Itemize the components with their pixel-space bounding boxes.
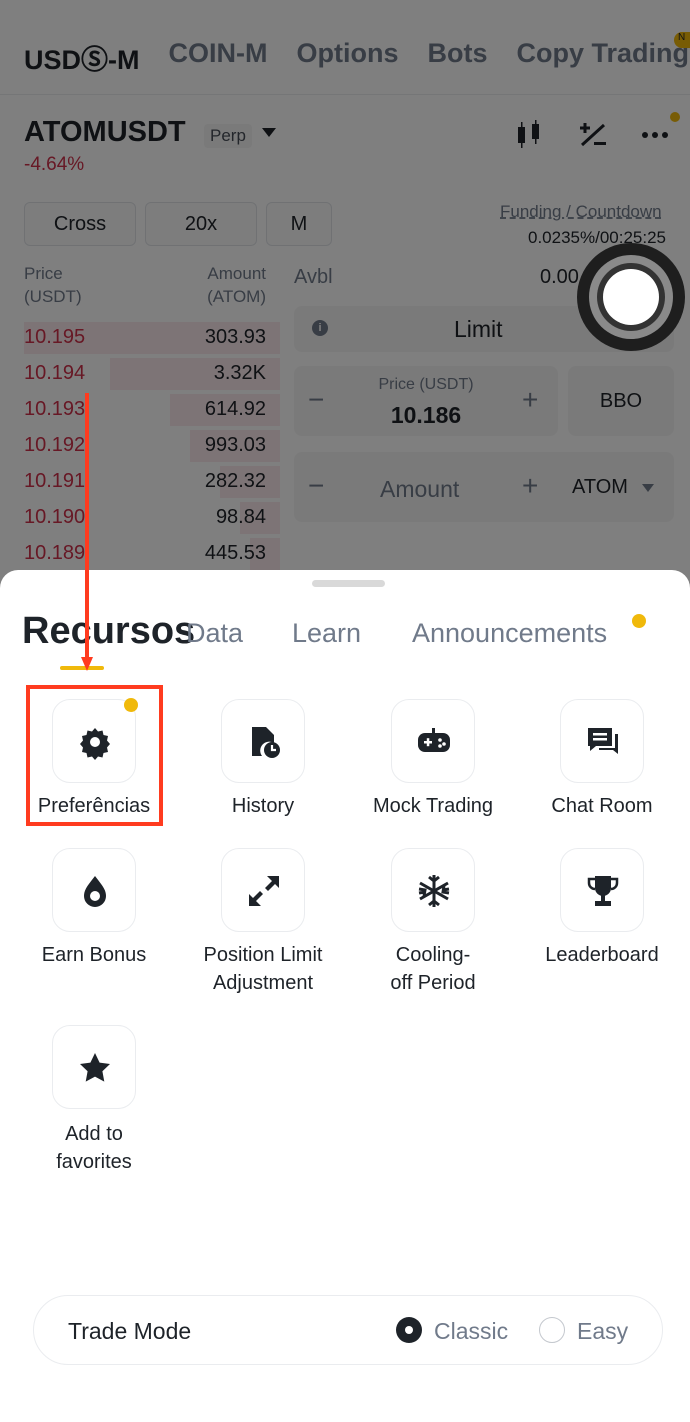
add-favorites-button[interactable]: [52, 1025, 136, 1109]
annotation-arrow-head: [81, 657, 93, 671]
trade-mode-label: Trade Mode: [68, 1318, 192, 1344]
chat-room-button[interactable]: [560, 699, 644, 783]
earn-bonus-button[interactable]: [52, 848, 136, 932]
annotation-arrow-line: [85, 393, 89, 661]
mock-trading-label: Mock Trading: [372, 795, 494, 817]
assistive-core: [603, 269, 659, 325]
expand-icon: [249, 876, 279, 906]
chat-icon: [588, 728, 618, 754]
annotation-highlight-box: [26, 685, 163, 826]
snowflake-icon: [418, 875, 450, 907]
classic-label[interactable]: Classic: [434, 1318, 508, 1345]
history-icon: [252, 727, 280, 758]
assistive-touch-button[interactable]: [577, 243, 685, 351]
leaderboard-button[interactable]: [560, 848, 644, 932]
gamepad-icon: [418, 728, 450, 752]
star-icon: [80, 1053, 110, 1082]
position-limit-label: Position Limit Adjustment: [203, 944, 323, 994]
history-label: History: [231, 795, 295, 817]
drop-icon: [84, 876, 106, 907]
announcements-dot: [632, 614, 646, 628]
add-favorites-label: Add to favorites: [56, 1123, 132, 1173]
trade-mode-toggle: Trade Mode Classic Easy: [33, 1295, 663, 1365]
tab-recursos[interactable]: Recursos: [22, 610, 195, 653]
trophy-icon: [587, 876, 619, 906]
history-button[interactable]: [221, 699, 305, 783]
sheet-handle[interactable]: [312, 580, 385, 587]
classic-radio[interactable]: [396, 1317, 422, 1343]
earn-bonus-label: Earn Bonus: [41, 944, 147, 966]
cooling-off-button[interactable]: [391, 848, 475, 932]
leaderboard-label: Leaderboard: [545, 944, 659, 966]
chat-room-label: Chat Room: [551, 795, 653, 817]
cooling-off-label: Cooling-off Period: [390, 944, 476, 994]
tab-announcements[interactable]: Announcements: [412, 618, 607, 649]
mock-trading-button[interactable]: [391, 699, 475, 783]
easy-label[interactable]: Easy: [577, 1318, 628, 1345]
tab-data[interactable]: Data: [186, 618, 243, 649]
position-limit-button[interactable]: [221, 848, 305, 932]
tab-learn[interactable]: Learn: [292, 618, 361, 649]
easy-radio[interactable]: [539, 1317, 565, 1343]
